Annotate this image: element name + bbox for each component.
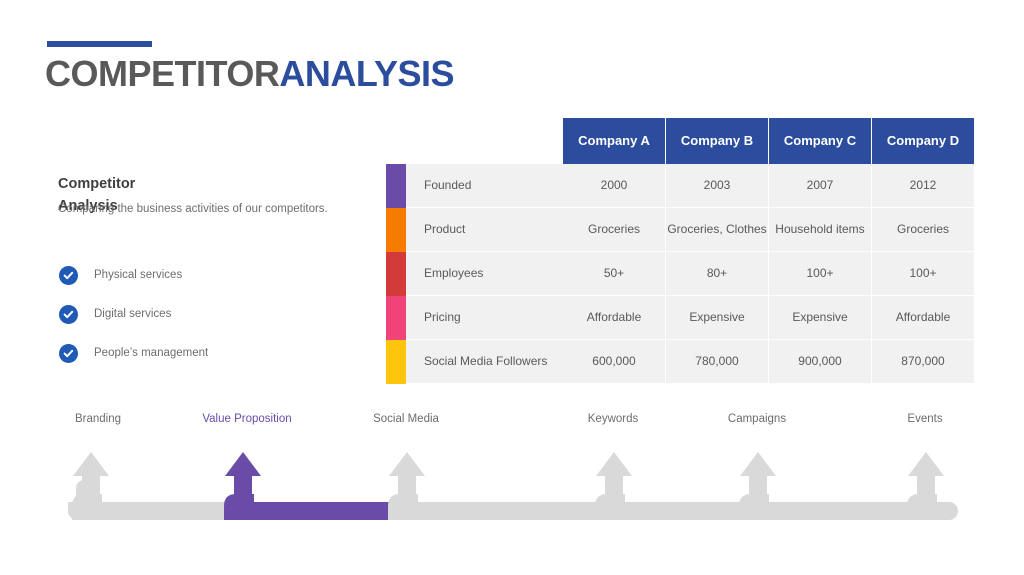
timeline-label-campaigns: Campaigns [727,413,787,425]
table-cell: Expensive [666,296,769,340]
check-circle-icon [59,265,78,285]
table-row: Social Media Followers 600,000 780,000 9… [386,340,974,384]
table-cell: 80+ [666,252,769,296]
table-column-header: Company B [666,118,769,164]
timeline-arrow-value-proposition [224,452,411,520]
table-column-header: Company A [563,118,666,164]
table-row: Founded 2000 2003 2007 2012 [386,164,974,208]
table-cell: 2012 [872,164,974,208]
timeline-label-keywords: Keywords [587,413,639,425]
table-cell: 2007 [769,164,872,208]
list-item: Digital services [59,302,359,326]
table-row-label: Employees [406,252,563,296]
slide-footer: POWERSLIDES 1 WWW.POWERLIDES.COM [0,528,1024,558]
table-cell: 780,000 [666,340,769,384]
table-cell: Groceries [563,208,666,252]
table-cell: 2000 [563,164,666,208]
slide-canvas: COMPETITORANALYSIS Competitor Analysis C… [0,0,1024,575]
list-item-label: People’s management [94,347,209,359]
table-cell: 870,000 [872,340,974,384]
table-cell: 2003 [666,164,769,208]
table-row-label: Social Media Followers [406,340,563,384]
timeline-arrows-graphic [68,452,958,520]
timeline-label-branding: Branding [74,413,122,425]
table-column-header: Company D [872,118,974,164]
feature-bullet-list: Physical services Digital services Peopl… [59,263,359,380]
row-color-swatch [386,340,406,384]
table-cell: 100+ [872,252,974,296]
table-header-row: Company A Company B Company C Company D [386,118,974,164]
table-row: Product Groceries Groceries, Clothes Hou… [386,208,974,252]
table-row-label: Pricing [406,296,563,340]
table-cell: Groceries [872,208,974,252]
left-panel-subtitle: Comparing the business activities of our… [58,203,328,215]
table-row-label: Founded [406,164,563,208]
check-circle-icon [59,304,78,324]
timeline-label-value-proposition: Value Proposition [202,413,292,425]
title-accent-bar [47,41,152,47]
list-item: People’s management [59,341,359,365]
row-color-swatch [386,252,406,296]
table-cell: 900,000 [769,340,872,384]
table-header-spacer [386,118,563,164]
list-item-label: Digital services [94,308,172,320]
page-title: COMPETITORANALYSIS [45,53,455,95]
page-title-part1: COMPETITOR [45,53,280,94]
row-color-swatch [386,296,406,340]
table-cell: Household items [769,208,872,252]
table-cell: Expensive [769,296,872,340]
timeline-baseline [68,502,958,520]
timeline-label-social-media: Social Media [373,413,439,425]
table-cell: 600,000 [563,340,666,384]
table-row: Pricing Affordable Expensive Expensive A… [386,296,974,340]
check-circle-icon [59,343,78,363]
table-column-header: Company C [769,118,872,164]
list-item: Physical services [59,263,359,287]
table-cell: Groceries, Clothes [666,208,769,252]
timeline-label-events: Events [907,413,943,425]
table-cell: 50+ [563,252,666,296]
table-cell: Affordable [872,296,974,340]
row-color-swatch [386,164,406,208]
table-cell: 100+ [769,252,872,296]
row-color-swatch [386,208,406,252]
table-row-label: Product [406,208,563,252]
page-title-part2: ANALYSIS [279,53,455,94]
list-item-label: Physical services [94,269,183,281]
table-cell: Affordable [563,296,666,340]
competitor-comparison-table: Company A Company B Company C Company D … [386,118,974,384]
process-arrow-timeline: Branding Value Proposition Social Media … [0,402,1024,522]
table-row: Employees 50+ 80+ 100+ 100+ [386,252,974,296]
